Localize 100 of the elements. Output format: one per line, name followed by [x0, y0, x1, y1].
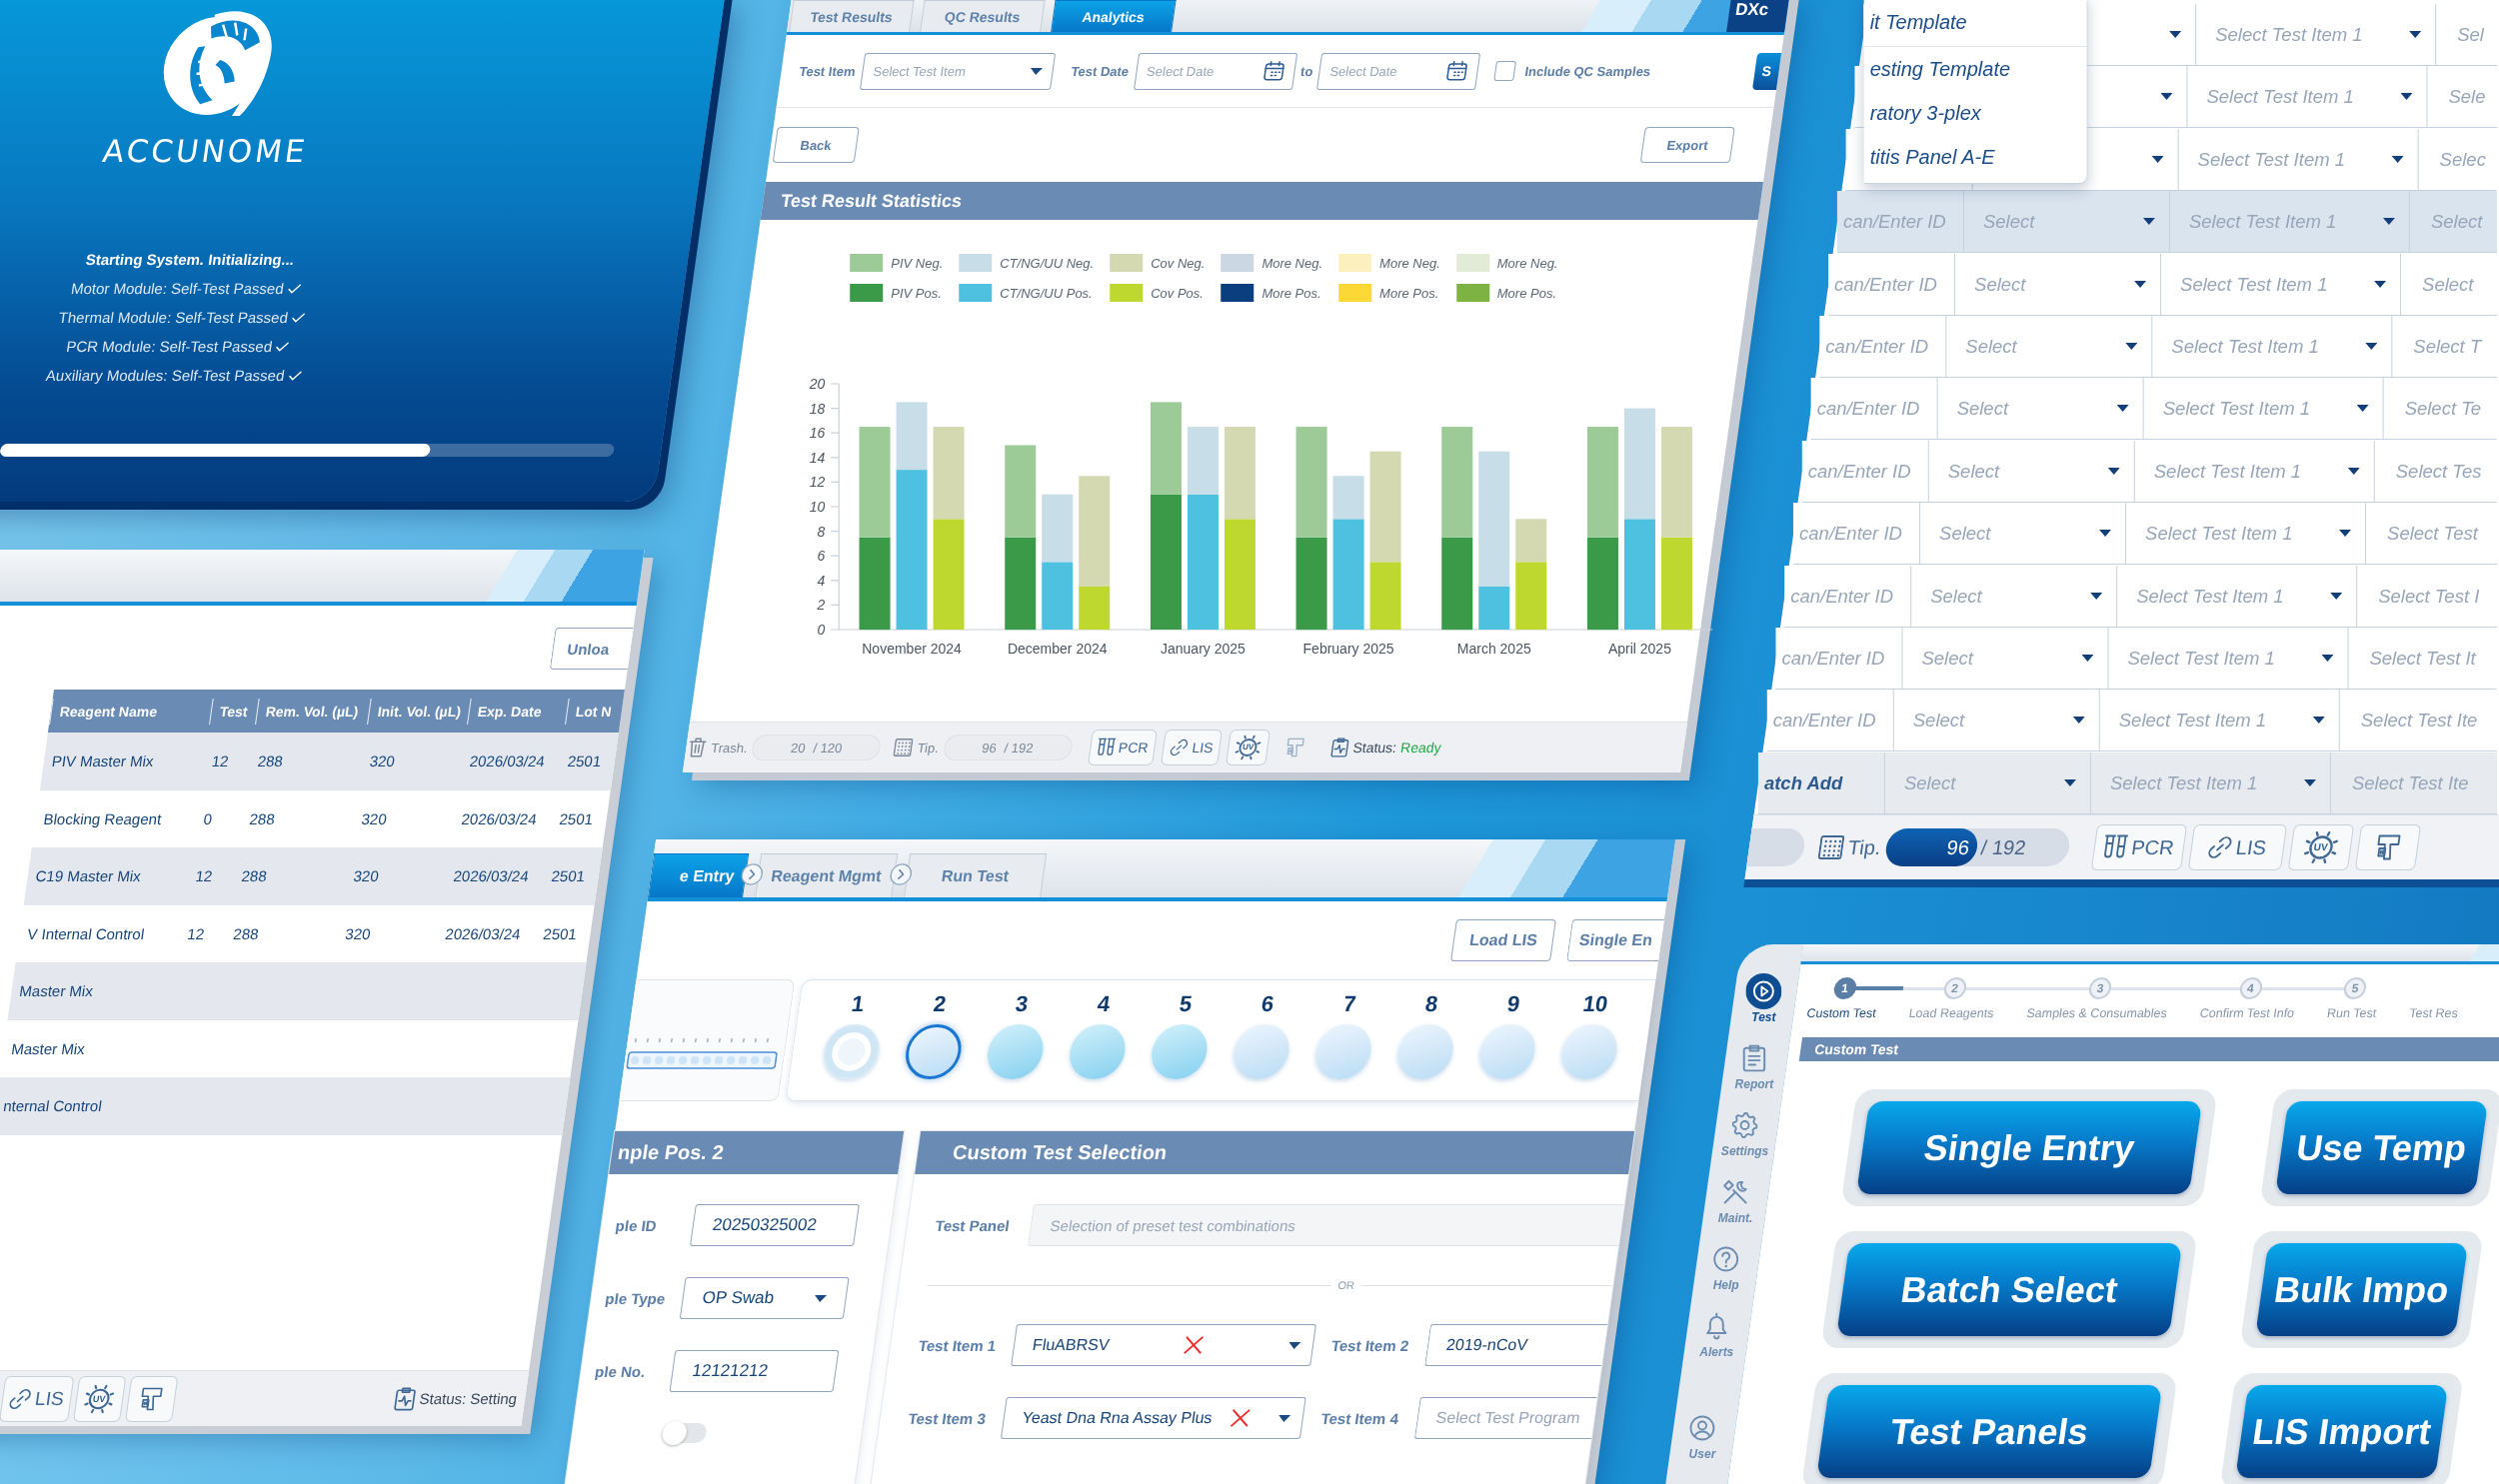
scanner-button[interactable] — [2354, 824, 2421, 871]
lis-button[interactable]: LIS — [2187, 824, 2287, 871]
dropdown-field[interactable]: Select Test Item 1 — [2169, 191, 2410, 253]
dropdown-field[interactable]: Select — [1963, 191, 2170, 253]
dropdown-field[interactable]: Select Test Item 1 — [2152, 315, 2393, 378]
input-field[interactable]: can/Enter ID — [1828, 253, 1956, 315]
dropdown-field[interactable]: Select Test Item 1 — [2090, 751, 2331, 814]
input-field[interactable]: Sele — [2427, 66, 2498, 128]
toggle-switch[interactable] — [661, 1423, 709, 1443]
pcr-button[interactable]: PCR — [1087, 730, 1159, 765]
dropdown-field[interactable]: OP Swab — [679, 1277, 850, 1319]
checkbox[interactable] — [1493, 61, 1516, 81]
test-item-field[interactable]: Yeast Dna Rna Assay Plus — [1000, 1397, 1306, 1439]
dropdown-field[interactable]: Select — [1884, 751, 2091, 814]
dropdown-field[interactable]: Select — [1928, 440, 2135, 503]
tab[interactable]: Analytics — [1051, 0, 1177, 32]
input-field[interactable]: can/Enter ID — [1836, 191, 1964, 253]
input-field[interactable]: 20250325002 — [690, 1204, 860, 1246]
tab[interactable]: Run Test — [904, 853, 1048, 897]
option-button[interactable]: Single Entry — [1856, 1101, 2203, 1194]
sidebar-item[interactable]: Maint. — [1710, 1174, 1761, 1241]
option-button[interactable]: Test Panels — [1816, 1385, 2163, 1478]
input-field[interactable]: Select Test — [2366, 503, 2498, 565]
step-marker[interactable]: 4 — [2237, 977, 2264, 999]
action-button[interactable]: Single En — [1566, 919, 1664, 961]
tab[interactable]: Reagent Mgmt — [755, 853, 899, 897]
scanner-button[interactable] — [124, 1375, 178, 1422]
dropdown-field[interactable]: Select Test Item 1 — [2126, 503, 2367, 565]
sidebar-item[interactable]: Test — [1738, 973, 1789, 1040]
test-item-field[interactable]: 2019-nCoV — [1424, 1324, 1608, 1366]
option-button[interactable]: Bulk Impo — [2255, 1243, 2469, 1336]
dropdown-field[interactable]: Select Test Item 1 — [2196, 4, 2437, 66]
dropdown-field[interactable]: Select Test Item 1 — [2143, 378, 2384, 440]
dropdown-field[interactable]: Select Test Item 1 — [2108, 627, 2349, 690]
input-field[interactable]: Select T — [2392, 315, 2498, 378]
step-marker[interactable]: 5 — [2342, 977, 2368, 999]
input-field[interactable]: can/Enter ID — [1810, 378, 1938, 440]
option-button[interactable]: LIS Import — [2235, 1385, 2449, 1478]
dropdown-field[interactable]: Select — [1893, 690, 2100, 751]
step-marker[interactable]: 2 — [1942, 977, 1968, 999]
option-button[interactable]: Batch Select — [1836, 1243, 2183, 1336]
action-button[interactable]: Export — [1639, 127, 1735, 163]
dropdown-field[interactable]: Select — [1937, 378, 2144, 440]
dropdown-field[interactable]: Select Test Item 1 — [2117, 565, 2358, 627]
input-field[interactable]: can/Enter ID — [1784, 565, 1912, 627]
action-button[interactable]: Load LIS — [1450, 919, 1556, 961]
test-panel-field[interactable]: Selection of preset test combinations — [1028, 1204, 1624, 1246]
input-field[interactable]: Select Test It — [2348, 627, 2497, 690]
dropdown-field[interactable]: Select Test Item 1 — [2178, 128, 2419, 191]
dropdown-field[interactable]: Select — [1946, 315, 2153, 378]
input-field[interactable]: can/Enter ID — [1793, 503, 1921, 565]
input-field[interactable]: Select Test I — [2357, 565, 2498, 627]
step-marker[interactable]: 3 — [2087, 977, 2113, 999]
date-field[interactable]: Select Date — [1316, 52, 1481, 90]
tab[interactable]: Test Results — [789, 0, 915, 32]
dropdown-field[interactable]: Select Test Item 1 — [2099, 690, 2340, 751]
input-field[interactable]: Select Test Ite — [2330, 751, 2497, 814]
test-item-field[interactable]: Select Test Program — [1413, 1397, 1597, 1439]
sidebar-item[interactable]: Alerts — [1691, 1308, 1742, 1375]
uv-button[interactable]: UV — [72, 1375, 126, 1422]
menu-item[interactable]: titis Panel A-E — [1863, 135, 2087, 179]
lis-button[interactable]: LIS — [0, 1375, 74, 1422]
tab[interactable]: QC Results — [920, 0, 1046, 32]
date-field[interactable]: Select Date — [1133, 52, 1297, 90]
input-field[interactable]: Sel — [2436, 4, 2498, 66]
sidebar-item[interactable]: Settings — [1719, 1107, 1770, 1174]
menu-item[interactable]: esting Template — [1863, 47, 2087, 91]
action-button[interactable]: Unloa — [549, 628, 634, 670]
input-field[interactable]: can/Enter ID — [1766, 690, 1894, 751]
sidebar-item[interactable]: Help — [1700, 1241, 1751, 1308]
sidebar-item[interactable]: Report — [1728, 1040, 1779, 1107]
primary-button[interactable]: S — [1752, 52, 1782, 90]
uv-button[interactable]: UV — [2287, 824, 2354, 871]
menu-item[interactable]: it Template — [1863, 0, 2087, 47]
input-field[interactable]: Select — [2409, 191, 2497, 253]
uv-button[interactable]: UV — [1226, 730, 1271, 765]
lis-button[interactable]: LIS — [1161, 730, 1224, 765]
step-marker[interactable]: 1 — [1832, 977, 1858, 999]
input-field[interactable]: 12121212 — [669, 1350, 840, 1392]
dropdown-field[interactable]: Select Test Item 1 — [2134, 440, 2375, 503]
input-field[interactable]: can/Enter ID — [1819, 315, 1947, 378]
pcr-button[interactable]: PCR — [2090, 824, 2187, 871]
input-field[interactable]: Select Test Ite — [2339, 690, 2497, 751]
input-field[interactable]: Select — [2401, 253, 2498, 315]
menu-item[interactable]: ratory 3-plex — [1863, 91, 2087, 135]
action-button[interactable]: Back — [772, 127, 860, 163]
input-field[interactable]: Selec — [2418, 128, 2497, 191]
input-field[interactable]: can/Enter ID — [1775, 627, 1903, 690]
dropdown-field[interactable]: Select — [1911, 565, 2118, 627]
dropdown-field[interactable]: Select Test Item 1 — [2187, 66, 2428, 128]
dropdown-field[interactable]: Select Test Item 1 — [2161, 253, 2402, 315]
tab[interactable]: e Entry — [648, 853, 750, 897]
sidebar-item[interactable]: User — [1676, 1410, 1727, 1477]
dropdown-field[interactable]: Select — [1902, 627, 2109, 690]
input-field[interactable]: Select Tes — [2374, 440, 2497, 503]
test-item-dropdown[interactable]: Select Test Item — [860, 52, 1057, 90]
dropdown-field[interactable]: Select — [1955, 253, 2162, 315]
option-button[interactable]: Use Temp — [2275, 1101, 2489, 1194]
dropdown-field[interactable]: Select — [1920, 503, 2127, 565]
input-field[interactable]: Select Te — [2383, 378, 2497, 440]
